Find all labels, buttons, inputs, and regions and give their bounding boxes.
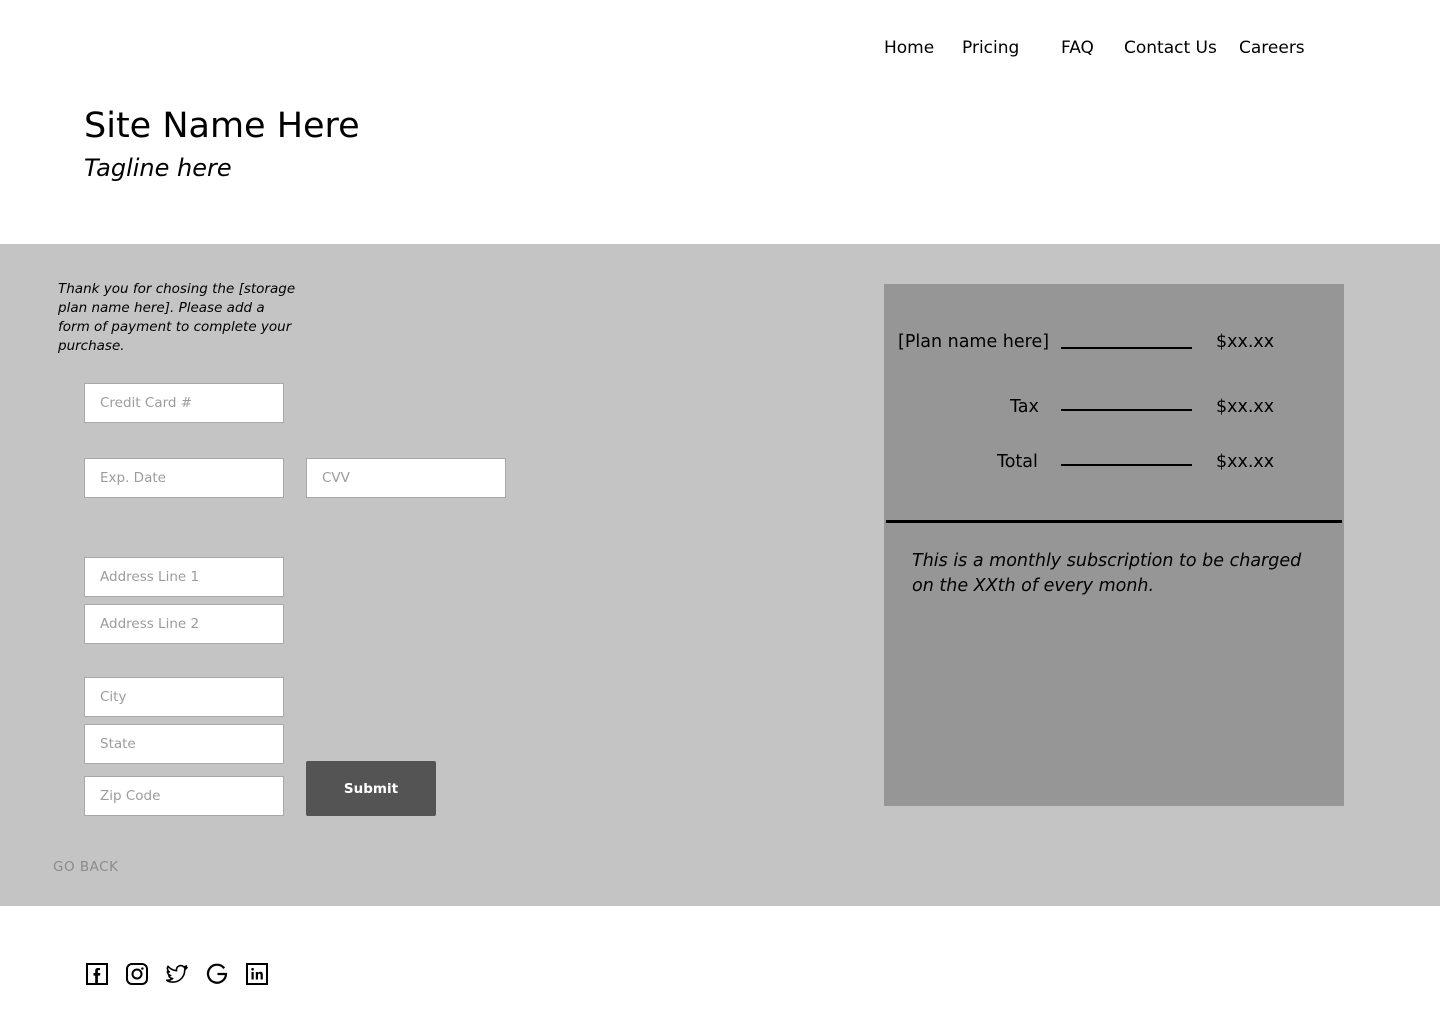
tax-label: Tax (1010, 397, 1039, 417)
nav-item-contact-us[interactable]: Contact Us (1124, 38, 1217, 58)
credit-card-input[interactable] (84, 383, 284, 423)
exp-date-input[interactable] (84, 458, 284, 498)
submit-button[interactable]: Submit (306, 761, 436, 816)
subscription-note: This is a monthly subscription to be cha… (912, 551, 1302, 596)
nav-item-faq[interactable]: FAQ (1061, 38, 1094, 58)
cvv-input[interactable] (306, 458, 506, 498)
state-input[interactable] (84, 724, 284, 764)
twitter-icon[interactable] (166, 963, 188, 985)
facebook-icon[interactable] (86, 963, 108, 985)
order-summary: [Plan name here] $xx.xx Tax $xx.xx Total… (884, 284, 1344, 806)
total-price: $xx.xx (1216, 452, 1275, 472)
site-tagline: Tagline here (84, 154, 232, 182)
instagram-icon[interactable] (126, 963, 148, 985)
city-input[interactable] (84, 677, 284, 717)
total-label: Total (997, 452, 1038, 472)
nav-item-pricing[interactable]: Pricing (962, 38, 1019, 58)
main-nav: Home Pricing FAQ Contact Us Careers (0, 38, 1440, 64)
plan-leader-line (1061, 347, 1192, 349)
google-icon[interactable] (206, 963, 228, 985)
total-leader-line (1061, 464, 1192, 466)
nav-item-careers[interactable]: Careers (1239, 38, 1305, 58)
go-back-link[interactable]: GO BACK (53, 859, 118, 875)
plan-name-label: [Plan name here] (898, 332, 1050, 352)
intro-message: Thank you for chosing the [storage plan … (58, 281, 296, 354)
summary-divider (886, 520, 1342, 523)
linkedin-icon[interactable] (246, 963, 268, 985)
address-line-2-input[interactable] (84, 604, 284, 644)
site-title: Site Name Here (84, 106, 360, 146)
tax-price: $xx.xx (1216, 397, 1275, 417)
nav-item-home[interactable]: Home (884, 38, 934, 58)
address-line-1-input[interactable] (84, 557, 284, 597)
plan-price: $xx.xx (1216, 332, 1275, 352)
checkout-section: Thank you for chosing the [storage plan … (0, 244, 1440, 906)
zip-code-input[interactable] (84, 776, 284, 816)
tax-leader-line (1061, 409, 1192, 411)
